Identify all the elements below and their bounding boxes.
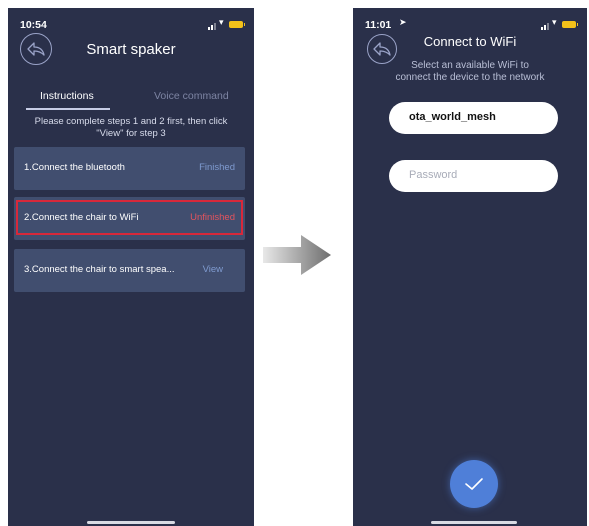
status-time: 11:01 bbox=[365, 19, 392, 31]
right-arrow-icon bbox=[263, 235, 331, 275]
status-finished: Finished bbox=[199, 162, 235, 173]
confirm-button[interactable] bbox=[450, 460, 498, 508]
page-subtitle: Select an available WiFi to connect the … bbox=[395, 60, 545, 83]
password-field[interactable]: Password bbox=[389, 160, 558, 192]
tab-voice-command[interactable]: Voice command bbox=[154, 90, 229, 102]
wifi-signal-icon: ▾ bbox=[219, 17, 224, 27]
highlight-box bbox=[16, 200, 243, 235]
battery-icon bbox=[562, 21, 578, 28]
page-title: Connect to WiFi bbox=[423, 34, 517, 49]
step-label: 3.Connect the chair to smart spea... bbox=[24, 264, 175, 275]
instructions-text: Please complete steps 1 and 2 first, the… bbox=[34, 116, 228, 139]
tab-instructions[interactable]: Instructions bbox=[40, 90, 94, 102]
page-title: Smart spaker bbox=[86, 41, 176, 58]
password-placeholder: Password bbox=[409, 169, 458, 181]
battery-icon bbox=[229, 21, 245, 28]
wifi-name-field[interactable]: ota_world_mesh bbox=[389, 102, 558, 134]
home-indicator bbox=[431, 521, 517, 524]
step-connect-smart-speaker[interactable]: 3.Connect the chair to smart spea... Vie… bbox=[14, 249, 245, 292]
status-time: 10:54 bbox=[20, 19, 47, 31]
view-link[interactable]: View bbox=[203, 264, 223, 275]
status-bar: 10:54 ▾ bbox=[8, 8, 254, 32]
checkmark-icon bbox=[465, 478, 483, 490]
step-connect-bluetooth[interactable]: 1.Connect the bluetooth Finished bbox=[14, 147, 245, 190]
step-label: 1.Connect the bluetooth bbox=[24, 162, 125, 173]
smart-speaker-screen: 10:54 ▾ Smart spaker Instructions Voice … bbox=[8, 8, 254, 526]
tab-bar: Instructions Voice command bbox=[8, 84, 254, 114]
wifi-signal-icon: ▾ bbox=[552, 17, 557, 27]
home-indicator bbox=[87, 521, 175, 524]
active-tab-indicator bbox=[26, 108, 110, 110]
status-bar: 11:01 ➤ ▾ bbox=[353, 8, 587, 32]
connect-wifi-screen: 11:01 ➤ ▾ Connect to WiFi Select an avai… bbox=[353, 8, 587, 526]
location-icon: ➤ bbox=[399, 17, 407, 27]
wifi-name-value: ota_world_mesh bbox=[409, 111, 496, 123]
